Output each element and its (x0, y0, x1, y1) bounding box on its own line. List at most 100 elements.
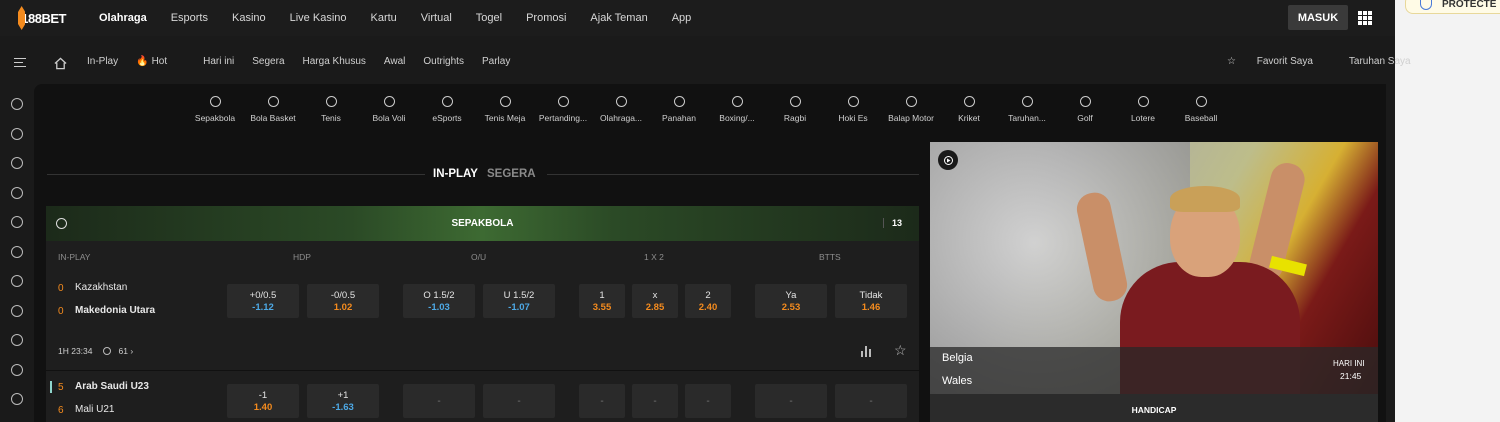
sport-bola-voli[interactable]: Bola Voli (360, 96, 418, 123)
subnav-in-play[interactable]: In-Play (87, 56, 118, 67)
sport-pertandingan[interactable]: Pertanding... (534, 96, 592, 123)
sport-balap-motor[interactable]: Balap Motor (882, 96, 940, 123)
nav-app[interactable]: App (672, 12, 692, 24)
tab-segera[interactable]: SEGERA (487, 168, 536, 180)
odd-value: -1.63 (332, 402, 354, 413)
sport-label: Boxing/... (719, 113, 755, 123)
home-score: 5 (58, 382, 64, 393)
nav-ajak-teman[interactable]: Ajak Teman (590, 12, 647, 24)
favorit-saya[interactable]: ☆ Favorit Saya (1227, 56, 1331, 67)
odd-line: 1 (599, 290, 605, 301)
sport-kriket[interactable]: Kriket (940, 96, 998, 123)
archery-icon[interactable] (11, 334, 23, 346)
sport-ragbi[interactable]: Ragbi (766, 96, 824, 123)
odd-2-empty: - (685, 384, 731, 418)
hamburger-menu-icon[interactable] (14, 58, 26, 67)
sport-label: eSports (432, 113, 462, 123)
boxing-icon[interactable] (11, 363, 23, 376)
odd-hdp-away[interactable]: -0/0.5 1.02 (307, 284, 379, 318)
sport-golf[interactable]: Golf (1056, 96, 1114, 123)
odd-value: -1.07 (508, 302, 530, 313)
sport-boxing[interactable]: Boxing/... (708, 96, 766, 123)
basketball-icon (267, 96, 279, 107)
sport-tenis-meja[interactable]: Tenis Meja (476, 96, 534, 123)
odd-x[interactable]: x 2.85 (632, 284, 678, 318)
volleyball-icon[interactable] (11, 186, 23, 199)
odd-hdp-home[interactable]: +0/0.5 -1.12 (227, 284, 299, 318)
subnav-hari-ini[interactable]: Hari ini (203, 56, 234, 67)
odd-2[interactable]: 2 2.40 (685, 284, 731, 318)
row-divider (46, 370, 919, 371)
odd-value: 2.85 (645, 302, 665, 313)
tennis-icon[interactable] (11, 157, 23, 169)
sport-sepakbola[interactable]: Sepakbola (186, 96, 244, 123)
cricket-icon (963, 96, 975, 107)
home-team[interactable]: Kazakhstan (75, 282, 127, 293)
nav-kartu[interactable]: Kartu (371, 12, 397, 24)
away-team[interactable]: Mali U21 (75, 404, 114, 415)
play-video-icon[interactable] (938, 150, 958, 170)
volleyball-icon (383, 96, 395, 107)
login-button[interactable]: MASUK (1288, 5, 1348, 30)
away-team[interactable]: Makedonia Utara (75, 305, 155, 316)
odd-value: 2.40 (698, 302, 718, 313)
featured-match-card[interactable]: Belgia Wales HARI INI 21:45 HANDICAP (930, 142, 1378, 422)
featured-time: 21:45 (1340, 371, 1362, 381)
odd-over[interactable]: O 1.5/2 -1.03 (403, 284, 475, 318)
odd-hdp-home[interactable]: -1 1.40 (227, 384, 299, 418)
nav-kasino[interactable]: Kasino (232, 12, 266, 24)
card-caption-bg (930, 347, 1378, 394)
live-stream-icon[interactable] (102, 347, 111, 355)
sport-taruhan[interactable]: Taruhan... (998, 96, 1056, 123)
odd-hdp-away[interactable]: +1 -1.63 (307, 384, 379, 418)
basketball-icon[interactable] (11, 127, 23, 140)
subnav-outrights[interactable]: Outrights (423, 56, 464, 67)
esports-icon[interactable] (11, 216, 23, 228)
subnav-harga-khusus[interactable]: Harga Khusus (303, 56, 366, 67)
protection-badge[interactable]: PROTECTE (1405, 0, 1500, 14)
nav-esports[interactable]: Esports (171, 12, 208, 24)
sport-baseball[interactable]: Baseball (1172, 96, 1230, 123)
tab-in-play[interactable]: IN-PLAY (433, 168, 478, 180)
more-markets[interactable]: 61 › (119, 346, 134, 356)
odd-1-empty: - (579, 384, 625, 418)
odd-btts-ya[interactable]: Ya 2.53 (755, 284, 827, 318)
favorite-star-icon[interactable]: ☆ (894, 343, 907, 357)
nav-live-kasino[interactable]: Live Kasino (290, 12, 347, 24)
odd-1[interactable]: 1 3.55 (579, 284, 625, 318)
odd-line: -0/0.5 (330, 290, 356, 301)
sport-panahan[interactable]: Panahan (650, 96, 708, 123)
taruhan-saya[interactable]: Taruhan Saya (1349, 56, 1411, 67)
sport-lotere[interactable]: Lotere (1114, 96, 1172, 123)
stats-icon[interactable] (861, 345, 873, 357)
featured-day: HARI INI (1333, 359, 1365, 368)
table-tennis-icon[interactable] (11, 245, 23, 258)
subnav-hot[interactable]: 🔥 Hot (136, 56, 185, 67)
sports-bar: Sepakbola Bola Basket Tenis Bola Voli eS… (186, 96, 1230, 123)
sport-bola-basket[interactable]: Bola Basket (244, 96, 302, 123)
apps-grid-icon[interactable] (1358, 11, 1372, 25)
subnav-segera[interactable]: Segera (252, 56, 284, 67)
nav-virtual[interactable]: Virtual (421, 12, 452, 24)
odd-value: 1.02 (333, 302, 353, 313)
trophy-icon[interactable] (11, 275, 23, 287)
main-nav: Olahraga Esports Kasino Live Kasino Kart… (99, 0, 715, 36)
table-header[interactable]: SEPAKBOLA 13 (46, 206, 919, 241)
subnav-awal[interactable]: Awal (384, 56, 406, 67)
odd-under[interactable]: U 1.5/2 -1.07 (483, 284, 555, 318)
odd-btts-tidak[interactable]: Tidak 1.46 (835, 284, 907, 318)
home-team[interactable]: Arab Saudi U23 (75, 381, 149, 392)
sport-olahraga-lain[interactable]: Olahraga... (592, 96, 650, 123)
home-icon[interactable] (54, 57, 67, 70)
nav-olahraga[interactable]: Olahraga (99, 12, 147, 24)
plus-circle-icon[interactable] (11, 304, 23, 317)
nav-promosi[interactable]: Promosi (526, 12, 566, 24)
sport-esports[interactable]: eSports (418, 96, 476, 123)
soccer-icon[interactable] (11, 98, 23, 110)
brand-logo[interactable]: 188BET (18, 5, 66, 31)
rugby-icon[interactable] (11, 393, 23, 405)
nav-togel[interactable]: Togel (476, 12, 502, 24)
sport-tenis[interactable]: Tenis (302, 96, 360, 123)
subnav-parlay[interactable]: Parlay (482, 56, 510, 67)
sport-hoki-es[interactable]: Hoki Es (824, 96, 882, 123)
